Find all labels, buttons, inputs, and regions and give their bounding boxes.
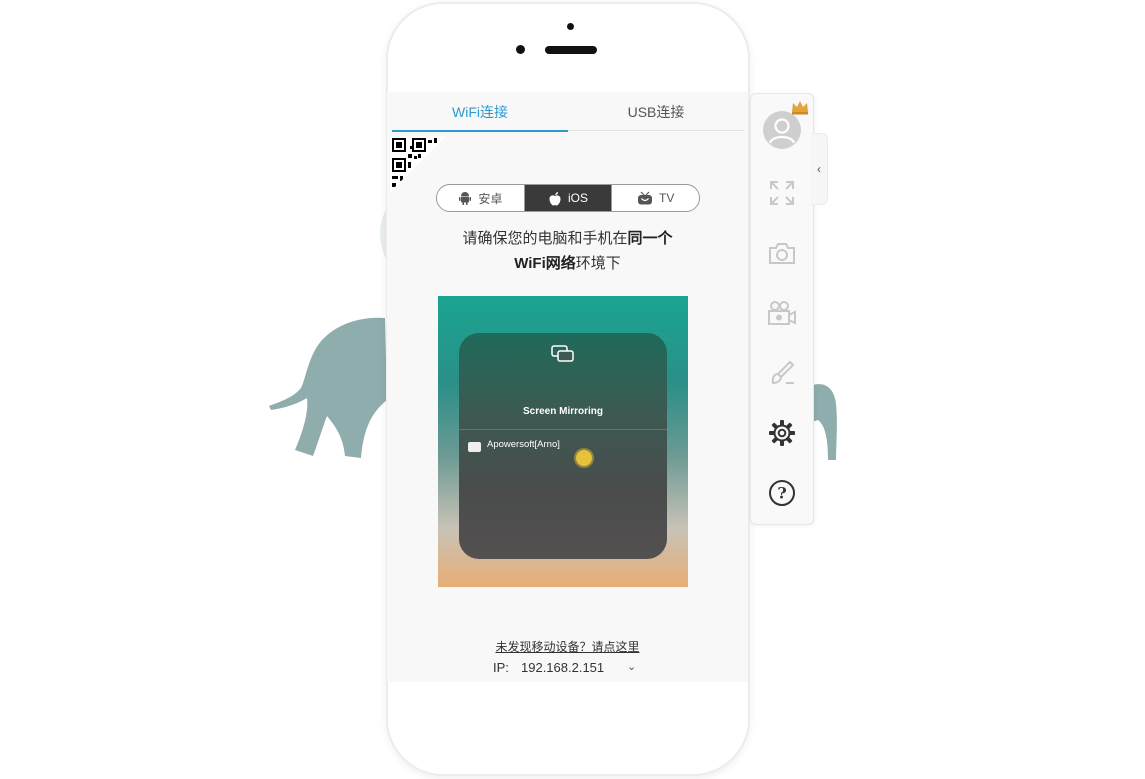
collapse-toolbar-button[interactable]: ‹	[811, 133, 828, 205]
brush-icon	[771, 360, 795, 385]
tab-wifi[interactable]: WiFi连接	[392, 92, 568, 132]
connection-panel: WiFi连接 USB连接 安卓 iOS TV 请确保您的电脑和手机在同一个 Wi…	[387, 92, 748, 682]
settings-button[interactable]	[765, 416, 799, 450]
ip-label: IP:	[493, 660, 509, 675]
device-type-tv-label: TV	[659, 191, 675, 205]
svg-text:?: ?	[777, 484, 786, 503]
control-center-panel: Screen Mirroring Apowersoft[Arno]	[459, 333, 667, 559]
instruction-line2: 环境下	[575, 255, 621, 272]
crown-icon	[792, 101, 808, 115]
mirroring-device: Apowersoft[Arno]	[487, 439, 560, 450]
instruction-line2-bold: WiFi网络	[514, 255, 576, 272]
screenshot-button[interactable]	[765, 236, 799, 270]
elephant-illustration-left	[269, 317, 387, 458]
phone-speaker	[545, 46, 597, 54]
phone-camera	[567, 23, 574, 30]
instruction-line1-bold: 同一个	[627, 230, 673, 247]
divider	[459, 429, 667, 430]
side-toolbar: ?	[750, 93, 814, 525]
mirroring-title: Screen Mirroring	[522, 406, 604, 417]
avatar-icon	[763, 111, 801, 149]
screen-mirroring-demo-image: Screen Mirroring Apowersoft[Arno]	[438, 296, 688, 587]
instruction-line1: 请确保您的电脑和手机在	[462, 230, 628, 247]
apple-tv-icon	[468, 442, 481, 452]
android-icon	[459, 192, 472, 205]
avatar-button[interactable]	[762, 110, 802, 150]
connection-tabs: WiFi连接 USB连接	[392, 92, 744, 132]
apple-icon	[549, 191, 561, 205]
video-camera-icon	[768, 301, 796, 325]
screen-mirroring-icon	[551, 345, 574, 362]
device-not-found-link[interactable]: 未发现移动设备？请点这里	[387, 638, 748, 655]
chevron-left-icon: ‹	[817, 162, 821, 176]
wifi-instruction: 请确保您的电脑和手机在同一个 WiFi网络环境下	[387, 226, 748, 276]
help-button[interactable]: ?	[765, 476, 799, 510]
device-type-ios[interactable]: iOS	[523, 185, 612, 211]
device-type-selector: 安卓 iOS TV	[436, 184, 700, 212]
camera-icon	[769, 243, 795, 264]
device-type-android-label: 安卓	[478, 191, 503, 206]
help-icon: ?	[769, 480, 795, 506]
fullscreen-button[interactable]	[765, 176, 799, 210]
record-button[interactable]	[765, 296, 799, 330]
chevron-down-icon[interactable]: ⌄	[627, 660, 636, 673]
tab-usb[interactable]: USB连接	[568, 92, 744, 131]
ip-value: 192.168.2.151	[521, 660, 605, 675]
device-type-ios-label: iOS	[568, 191, 589, 205]
gear-icon	[769, 420, 795, 446]
device-type-tv[interactable]: TV	[611, 185, 699, 211]
qr-code-icon[interactable]	[390, 136, 446, 192]
fullscreen-icon	[770, 181, 794, 205]
tv-icon	[638, 191, 652, 205]
device-type-android[interactable]: 安卓	[437, 185, 524, 211]
whiteboard-button[interactable]	[765, 356, 799, 390]
phone-sensor	[516, 45, 525, 54]
touch-indicator	[576, 450, 592, 466]
